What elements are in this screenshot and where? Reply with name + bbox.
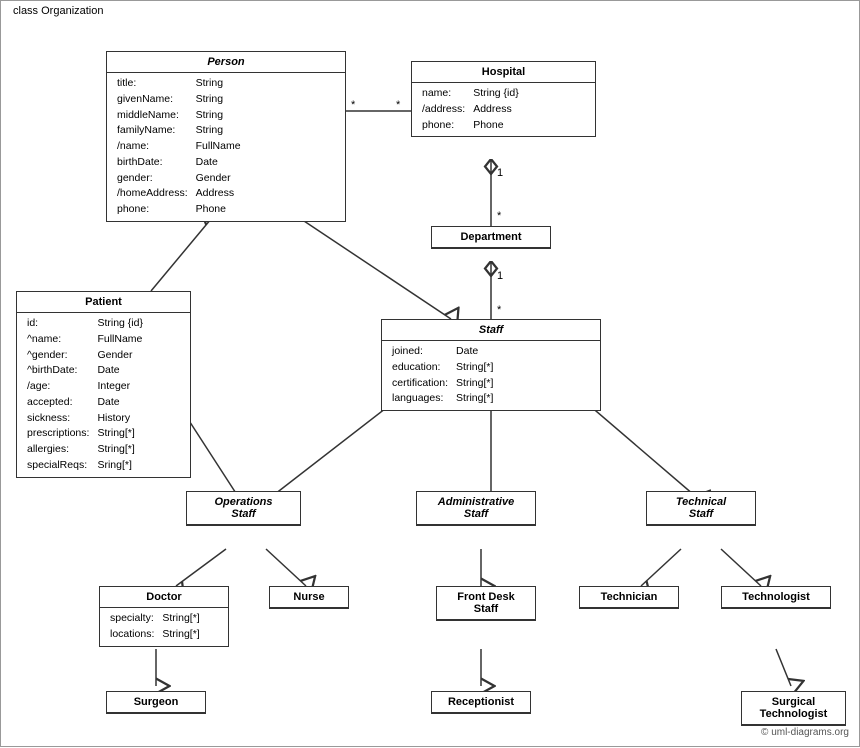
svg-text:1: 1 [497,270,503,282]
diagram-container: class Organization * * 1 * [0,0,860,747]
class-department-header: Department [432,227,550,248]
class-doctor: Doctor specialty:String[*] locations:Str… [99,586,229,647]
class-administrative-staff: AdministrativeStaff [416,491,536,526]
class-surgical-technologist-header: SurgicalTechnologist [742,692,845,725]
class-technologist-header: Technologist [722,587,830,608]
class-operations-staff-header: OperationsStaff [187,492,300,525]
class-receptionist-header: Receptionist [432,692,530,713]
class-surgeon-header: Surgeon [107,692,205,713]
class-front-desk-staff-header: Front DeskStaff [437,587,535,620]
svg-text:*: * [396,99,401,111]
svg-text:1: 1 [497,167,503,179]
class-nurse: Nurse [269,586,349,609]
svg-text:*: * [351,99,356,111]
class-operations-staff: OperationsStaff [186,491,301,526]
diagram-title: class Organization [9,5,108,17]
class-staff-body: joined:Date education:String[*] certific… [382,341,600,410]
class-department: Department [431,226,551,249]
class-person-body: title:String givenName:String middleName… [107,73,345,221]
class-technician: Technician [579,586,679,609]
class-front-desk-staff: Front DeskStaff [436,586,536,621]
class-nurse-header: Nurse [270,587,348,608]
class-doctor-header: Doctor [100,587,228,608]
class-patient-body: id:String {id} ^name:FullName ^gender:Ge… [17,313,190,477]
class-hospital-body: name:String {id} /address:Address phone:… [412,83,595,136]
class-hospital-header: Hospital [412,62,595,83]
class-person: Person title:String givenName:String mid… [106,51,346,222]
class-staff: Staff joined:Date education:String[*] ce… [381,319,601,411]
svg-text:*: * [497,210,502,222]
svg-text:*: * [497,304,502,316]
class-staff-header: Staff [382,320,600,341]
class-patient: Patient id:String {id} ^name:FullName ^g… [16,291,191,478]
class-technician-header: Technician [580,587,678,608]
class-patient-header: Patient [17,292,190,313]
class-surgeon: Surgeon [106,691,206,714]
class-technologist: Technologist [721,586,831,609]
class-technical-staff-header: TechnicalStaff [647,492,755,525]
class-hospital: Hospital name:String {id} /address:Addre… [411,61,596,137]
class-technical-staff: TechnicalStaff [646,491,756,526]
class-doctor-body: specialty:String[*] locations:String[*] [100,608,228,646]
class-surgical-technologist: SurgicalTechnologist [741,691,846,726]
class-person-header: Person [107,52,345,73]
class-administrative-staff-header: AdministrativeStaff [417,492,535,525]
copyright: © uml-diagrams.org [761,727,849,738]
class-receptionist: Receptionist [431,691,531,714]
